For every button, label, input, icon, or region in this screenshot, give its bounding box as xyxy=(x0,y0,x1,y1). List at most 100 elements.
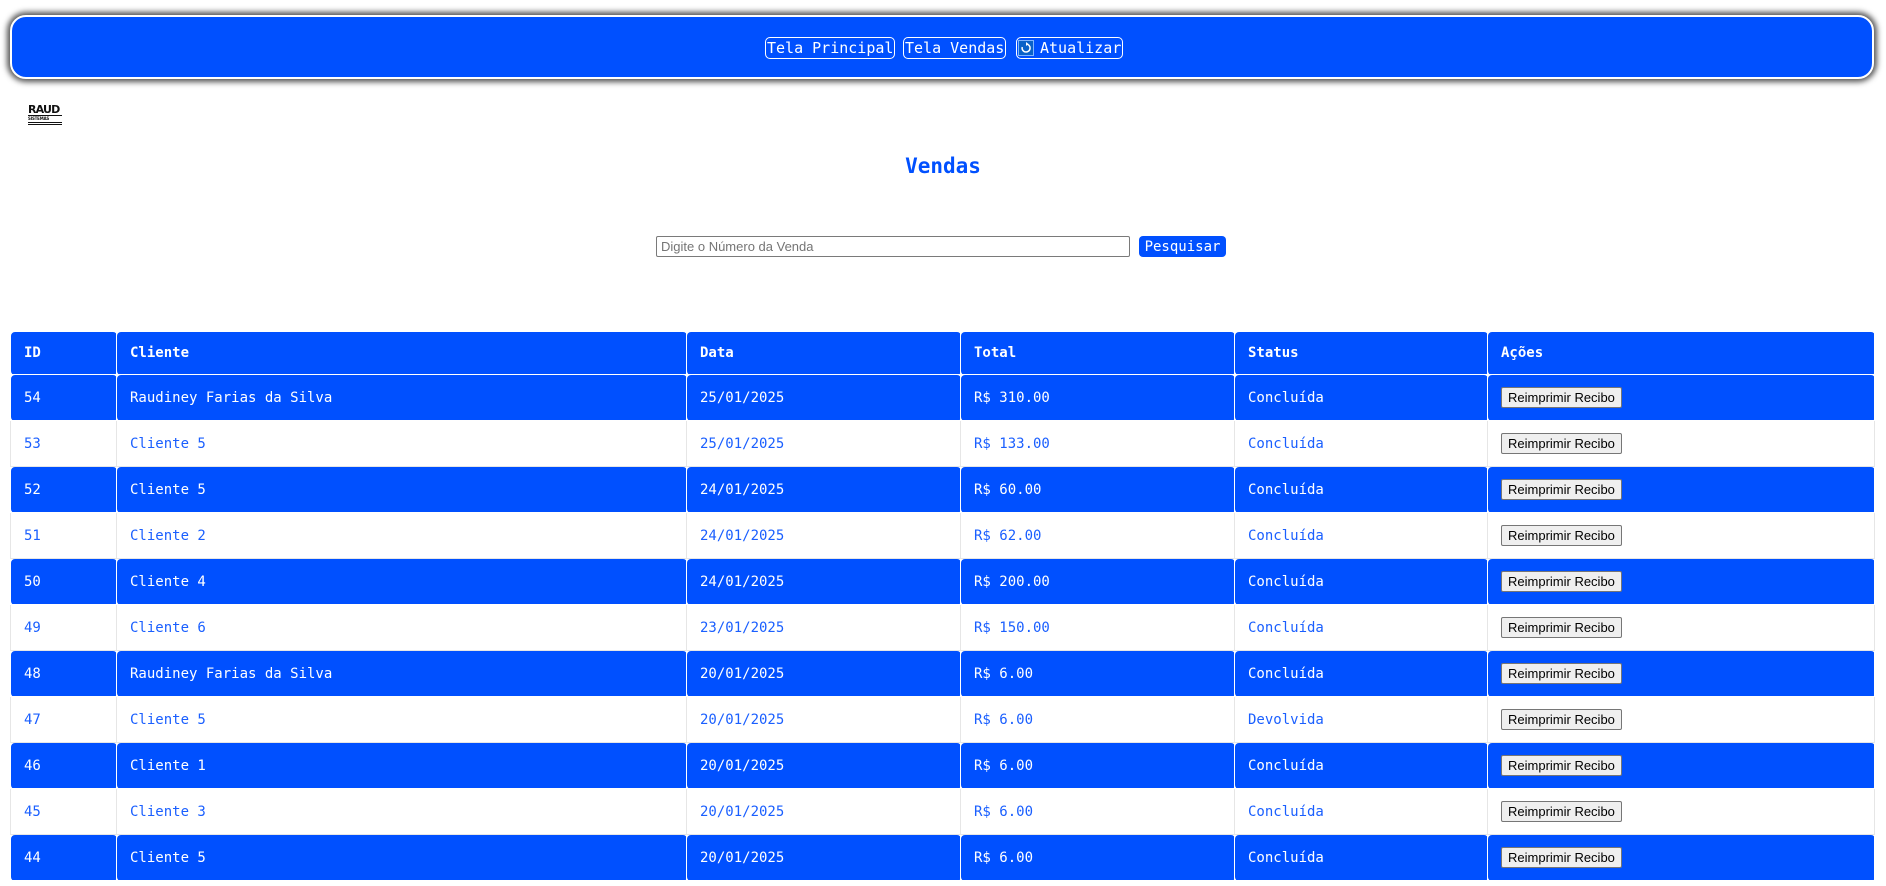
table-row: 45 Cliente 3 20/01/2025 R$ 6.00 Concluída Rei… xyxy=(10,788,1875,835)
cell-status: Concluída xyxy=(1234,512,1488,559)
cell-status: Concluída xyxy=(1234,374,1488,421)
cell-date: 25/01/2025 xyxy=(686,374,961,421)
refresh-button[interactable]: Atualizar xyxy=(1016,37,1124,59)
cell-client: Raudiney Farias da Silva xyxy=(116,650,687,697)
reprint-receipt-button[interactable]: Reimprimir Recibo xyxy=(1501,663,1622,684)
table-row: 53 Cliente 5 25/01/2025 R$ 133.00 Concluída R… xyxy=(10,420,1875,467)
page-title: Vendas xyxy=(905,154,981,178)
cell-status: Concluída xyxy=(1234,420,1488,467)
cell-date: 24/01/2025 xyxy=(686,558,961,605)
cell-status: Devolvida xyxy=(1234,696,1488,743)
cell-client: Cliente 5 xyxy=(116,834,687,881)
cell-client: Cliente 2 xyxy=(116,512,687,559)
cell-total: R$ 6.00 xyxy=(960,788,1235,835)
cell-actions: Reimprimir Recibo xyxy=(1487,466,1875,513)
reprint-receipt-button[interactable]: Reimprimir Recibo xyxy=(1501,479,1622,500)
cell-client: Cliente 1 xyxy=(116,742,687,789)
column-header-total: Total xyxy=(960,331,1235,375)
cell-status: Concluída xyxy=(1234,650,1488,697)
cell-total: R$ 200.00 xyxy=(960,558,1235,605)
cell-status: Concluída xyxy=(1234,834,1488,881)
table-row: 50 Cliente 4 24/01/2025 R$ 200.00 Concluída R… xyxy=(10,558,1875,605)
cell-actions: Reimprimir Recibo xyxy=(1487,374,1875,421)
column-header-actions: Ações xyxy=(1487,331,1875,375)
column-header-client: Cliente xyxy=(116,331,687,375)
cell-total: R$ 150.00 xyxy=(960,604,1235,651)
cell-id: 50 xyxy=(10,558,117,605)
cell-status: Concluída xyxy=(1234,466,1488,513)
table-row: 51 Cliente 2 24/01/2025 R$ 62.00 Concluída Re… xyxy=(10,512,1875,559)
sale-number-search-input[interactable] xyxy=(656,236,1130,257)
cell-date: 20/01/2025 xyxy=(686,834,961,881)
cell-date: 20/01/2025 xyxy=(686,696,961,743)
cell-date: 20/01/2025 xyxy=(686,788,961,835)
cell-total: R$ 6.00 xyxy=(960,650,1235,697)
cell-date: 20/01/2025 xyxy=(686,650,961,697)
cell-status: Concluída xyxy=(1234,604,1488,651)
cell-total: R$ 133.00 xyxy=(960,420,1235,467)
cell-actions: Reimprimir Recibo xyxy=(1487,420,1875,467)
reprint-receipt-button[interactable]: Reimprimir Recibo xyxy=(1501,571,1622,592)
cell-id: 48 xyxy=(10,650,117,697)
column-header-status: Status xyxy=(1234,331,1488,375)
cell-actions: Reimprimir Recibo xyxy=(1487,512,1875,559)
table-row: 46 Cliente 1 20/01/2025 R$ 6.00 Concluída Rei… xyxy=(10,742,1875,789)
cell-id: 54 xyxy=(10,374,117,421)
table-row: 47 Cliente 5 20/01/2025 R$ 6.00 Devolvida Rei… xyxy=(10,696,1875,743)
search-button[interactable]: Pesquisar xyxy=(1139,236,1226,257)
reprint-receipt-button[interactable]: Reimprimir Recibo xyxy=(1501,801,1622,822)
cell-status: Concluída xyxy=(1234,558,1488,605)
cell-client: Cliente 5 xyxy=(116,696,687,743)
cell-date: 25/01/2025 xyxy=(686,420,961,467)
cell-total: R$ 6.00 xyxy=(960,834,1235,881)
cell-date: 20/01/2025 xyxy=(686,742,961,789)
cell-status: Concluída xyxy=(1234,788,1488,835)
reprint-receipt-button[interactable]: Reimprimir Recibo xyxy=(1501,525,1622,546)
cell-total: R$ 6.00 xyxy=(960,742,1235,789)
cell-total: R$ 62.00 xyxy=(960,512,1235,559)
table-header-row: ID Cliente Data Total Status Ações xyxy=(10,331,1875,375)
table-row: 54 Raudiney Farias da Silva 25/01/2025 R$ 3… xyxy=(10,374,1875,421)
sales-screen-button[interactable]: Tela Vendas xyxy=(903,37,1007,59)
cell-client: Raudiney Farias da Silva xyxy=(116,374,687,421)
cell-date: 23/01/2025 xyxy=(686,604,961,651)
cell-actions: Reimprimir Recibo xyxy=(1487,834,1875,881)
reprint-receipt-button[interactable]: Reimprimir Recibo xyxy=(1501,847,1622,868)
table-row: 52 Cliente 5 24/01/2025 R$ 60.00 Concluída Re… xyxy=(10,466,1875,513)
cell-client: Cliente 6 xyxy=(116,604,687,651)
reprint-receipt-button[interactable]: Reimprimir Recibo xyxy=(1501,387,1622,408)
logo-main-text: RAUD xyxy=(28,103,60,116)
reprint-receipt-button[interactable]: Reimprimir Recibo xyxy=(1501,617,1622,638)
column-header-date: Data xyxy=(686,331,961,375)
column-header-id: ID xyxy=(10,331,117,375)
sales-table: ID Cliente Data Total Status Ações 54 Rau… xyxy=(10,331,1875,881)
top-navbar: Tela Principal Tela Vendas Atualizar xyxy=(10,15,1874,79)
cell-client: Cliente 5 xyxy=(116,466,687,513)
table-row: 44 Cliente 5 20/01/2025 R$ 6.00 Concluída Rei… xyxy=(10,834,1875,881)
reprint-receipt-button[interactable]: Reimprimir Recibo xyxy=(1501,433,1622,454)
cell-id: 51 xyxy=(10,512,117,559)
cell-total: R$ 310.00 xyxy=(960,374,1235,421)
cell-date: 24/01/2025 xyxy=(686,512,961,559)
cell-date: 24/01/2025 xyxy=(686,466,961,513)
cell-id: 45 xyxy=(10,788,117,835)
cell-status: Concluída xyxy=(1234,742,1488,789)
main-screen-button[interactable]: Tela Principal xyxy=(765,37,896,59)
cell-client: Cliente 3 xyxy=(116,788,687,835)
cell-id: 49 xyxy=(10,604,117,651)
cell-id: 53 xyxy=(10,420,117,467)
cell-client: Cliente 4 xyxy=(116,558,687,605)
table-row: 49 Cliente 6 23/01/2025 R$ 150.00 Concluída R… xyxy=(10,604,1875,651)
reprint-receipt-button[interactable]: Reimprimir Recibo xyxy=(1501,709,1622,730)
cell-actions: Reimprimir Recibo xyxy=(1487,558,1875,605)
cell-id: 52 xyxy=(10,466,117,513)
table-row: 48 Raudiney Farias da Silva 20/01/2025 R$ 6… xyxy=(10,650,1875,697)
cell-actions: Reimprimir Recibo xyxy=(1487,650,1875,697)
refresh-button-label: Atualizar xyxy=(1040,38,1122,57)
cell-actions: Reimprimir Recibo xyxy=(1487,696,1875,743)
logo-divider xyxy=(28,124,62,125)
cell-total: R$ 60.00 xyxy=(960,466,1235,513)
cell-id: 47 xyxy=(10,696,117,743)
cell-total: R$ 6.00 xyxy=(960,696,1235,743)
reprint-receipt-button[interactable]: Reimprimir Recibo xyxy=(1501,755,1622,776)
